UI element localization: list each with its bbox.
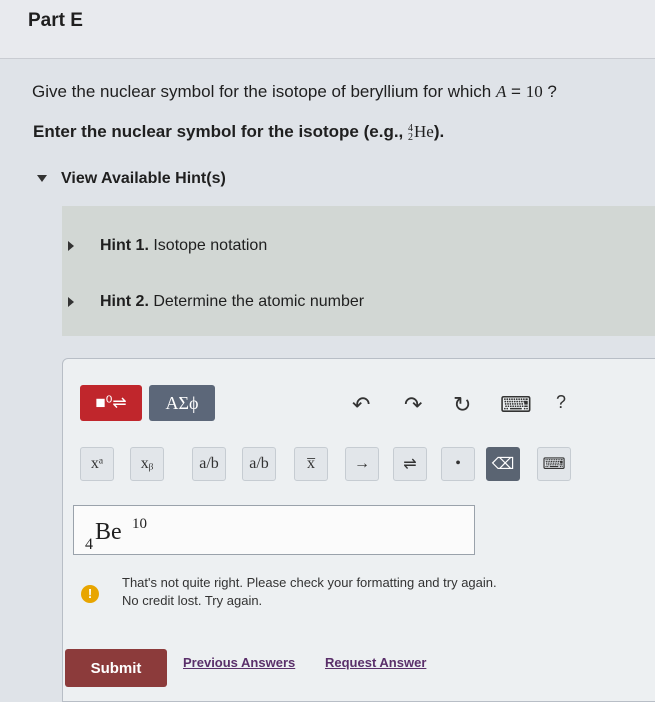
- hint-1-number: Hint 1.: [100, 237, 149, 254]
- instruction-text: Enter the nuclear symbol for the isotope…: [33, 122, 445, 144]
- question-variable: A: [495, 82, 507, 101]
- request-answer-link[interactable]: Request Answer: [325, 655, 426, 670]
- equilibrium-key[interactable]: ⇌: [393, 447, 427, 481]
- question-text: Give the nuclear symbol for the isotope …: [32, 82, 557, 102]
- hint-2-label: Determine the atomic number: [153, 293, 365, 310]
- answer-mass-number: 10: [132, 516, 147, 532]
- feedback-line-2: No credit lost. Try again.: [122, 593, 263, 608]
- hint-2-number: Hint 2.: [100, 293, 149, 310]
- example-isotope: 4 2He: [408, 122, 434, 144]
- caret-right-icon: [68, 240, 74, 251]
- answer-symbol: Be: [95, 519, 122, 545]
- delete-icon[interactable]: ⌫: [486, 447, 520, 481]
- keyboard-icon[interactable]: ⌨: [500, 392, 532, 418]
- previous-answers-link[interactable]: Previous Answers: [183, 655, 295, 670]
- instruction-body: Enter the nuclear symbol for the isotope…: [33, 122, 409, 141]
- help-icon[interactable]: ?: [556, 392, 566, 413]
- submit-button[interactable]: Submit: [65, 649, 167, 687]
- answer-input[interactable]: Be 10 4: [73, 505, 475, 555]
- question-tail: ?: [542, 82, 557, 101]
- question-body: Give the nuclear symbol for the isotope …: [32, 82, 496, 101]
- redo-icon[interactable]: ↷: [404, 392, 422, 418]
- example-symbol: He: [414, 122, 434, 141]
- fraction-alt-key[interactable]: a/b: [242, 447, 276, 481]
- dot-key[interactable]: •: [441, 447, 475, 481]
- hint-1-label: Isotope notation: [153, 237, 268, 254]
- warning-icon: !: [81, 585, 99, 603]
- instruction-tail: ).: [433, 122, 445, 141]
- answer-atomic-number: 4: [85, 536, 93, 553]
- vector-key[interactable]: x̅: [294, 447, 328, 481]
- reset-icon[interactable]: ↻: [453, 392, 471, 418]
- feedback-line-1: That's not quite right. Please check you…: [122, 575, 497, 590]
- superscript-key[interactable]: xᵃ: [80, 447, 114, 481]
- greek-symbols-button[interactable]: ΑΣϕ: [149, 385, 215, 421]
- question-number: 10: [525, 82, 543, 101]
- keypad-icon[interactable]: ⌨: [537, 447, 571, 481]
- fraction-key[interactable]: a/b: [192, 447, 226, 481]
- question-equals: =: [506, 82, 526, 101]
- example-atomic: 2: [408, 132, 414, 144]
- part-header: Part E: [0, 0, 655, 59]
- undo-icon[interactable]: ↶: [352, 392, 370, 418]
- view-hints-label: View Available Hint(s): [61, 170, 226, 187]
- view-hints-toggle[interactable]: View Available Hint(s): [37, 170, 226, 188]
- caret-right-icon: [68, 296, 74, 307]
- caret-down-icon: [37, 175, 47, 183]
- hint-1[interactable]: Hint 1. Isotope notation: [68, 237, 267, 255]
- subscript-key[interactable]: xᵦ: [130, 447, 164, 481]
- hint-2[interactable]: Hint 2. Determine the atomic number: [68, 293, 364, 311]
- templates-button[interactable]: ■⁰⇌: [80, 385, 142, 421]
- feedback-message: That's not quite right. Please check you…: [122, 574, 497, 610]
- hints-panel: Hint 1. Isotope notation Hint 2. Determi…: [62, 206, 655, 336]
- arrow-key[interactable]: →: [345, 447, 379, 481]
- part-title: Part E: [28, 10, 83, 31]
